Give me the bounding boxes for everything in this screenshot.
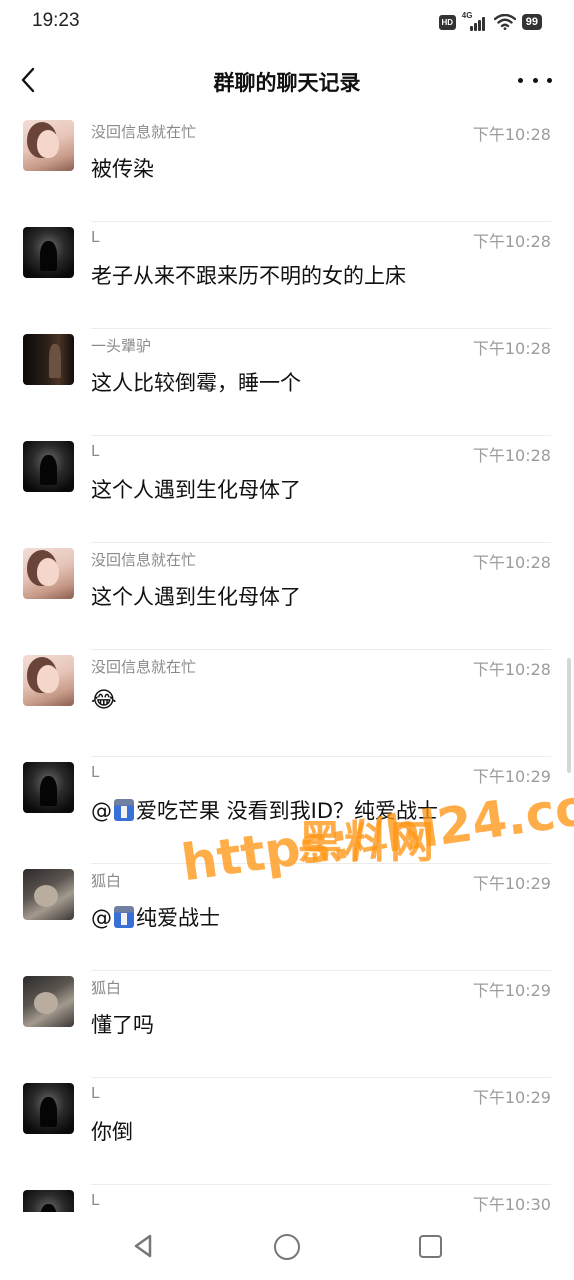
more-options-button[interactable] (518, 66, 552, 94)
message-time: 下午10:29 (472, 874, 551, 893)
message-text: 这个人遇到生化母体了 (91, 585, 301, 609)
network-type-label: 4G (461, 11, 473, 20)
status-time: 19:23 (32, 10, 80, 31)
wifi-icon (493, 14, 516, 30)
message-time: 下午10:28 (472, 339, 551, 358)
cat-avatar[interactable] (23, 976, 74, 1027)
scrollbar[interactable] (567, 658, 571, 773)
cat-avatar[interactable] (23, 869, 74, 920)
message-text: @ 纯爱战士 (91, 902, 220, 932)
message-time: 下午10:28 (472, 125, 551, 144)
message-item[interactable]: L 下午10:30 (0, 1185, 574, 1212)
message-time: 下午10:28 (472, 553, 551, 572)
sender-name: 狐白 (91, 872, 122, 890)
sender-name: L (91, 442, 100, 460)
girl-avatar[interactable] (23, 120, 74, 171)
message-item[interactable]: L 下午10:29 你倒 (0, 1078, 574, 1185)
message-text: 这个人遇到生化母体了 (91, 478, 301, 502)
hd-icon: HD (438, 14, 456, 30)
cellular-signal-icon: 4G (461, 11, 488, 31)
message-item[interactable]: 狐白 下午10:29 懂了吗 (0, 971, 574, 1078)
dark-figure-avatar[interactable] (23, 1083, 74, 1134)
chat-history-header: 群聊的聊天记录 (0, 52, 574, 108)
sender-name: L (91, 1084, 100, 1102)
message-list[interactable]: 没回信息就在忙 下午10:28 被传染 L 下午10:28 老子从来不跟来历不明… (0, 115, 574, 1212)
person-suit-icon (114, 799, 134, 821)
battery-icon: 99 (521, 14, 542, 30)
message-item[interactable]: L 下午10:28 老子从来不跟来历不明的女的上床 (0, 222, 574, 329)
message-text: 被传染 (91, 157, 154, 181)
message-item[interactable]: 狐白 下午10:29 @ 纯爱战士 (0, 864, 574, 971)
sender-name: 没回信息就在忙 (91, 123, 197, 141)
message-item[interactable]: L 下午10:28 这个人遇到生化母体了 (0, 436, 574, 543)
sender-name: 没回信息就在忙 (91, 658, 197, 676)
message-item[interactable]: 没回信息就在忙 下午10:28 被传染 (0, 115, 574, 222)
message-time: 下午10:29 (472, 767, 551, 786)
message-time: 下午10:30 (472, 1195, 551, 1212)
message-text: 懂了吗 (91, 1013, 154, 1037)
dark-figure-avatar[interactable] (23, 762, 74, 813)
dark-figure-avatar[interactable] (23, 1190, 74, 1212)
status-bar: 19:23 HD 4G 99 (0, 0, 574, 44)
message-text: 这人比较倒霉，睡一个 (91, 371, 301, 395)
message-time: 下午10:28 (472, 232, 551, 251)
page-title: 群聊的聊天记录 (213, 71, 361, 95)
message-item[interactable]: 没回信息就在忙 下午10:28 这个人遇到生化母体了 (0, 543, 574, 650)
girl-avatar[interactable] (23, 655, 74, 706)
sender-name: 没回信息就在忙 (91, 551, 197, 569)
dark-figure-avatar[interactable] (23, 441, 74, 492)
system-nav-bar (0, 1212, 574, 1280)
square-recent-icon[interactable] (419, 1235, 442, 1258)
message-item[interactable]: 一头犟驴 下午10:28 这人比较倒霉，睡一个 (0, 329, 574, 436)
mention-text: 纯爱战士 (136, 906, 220, 930)
message-text: @ 爱吃芒果 没看到我ID？纯爱战士 (91, 795, 438, 825)
mention-text: 爱吃芒果 没看到我ID？纯爱战士 (136, 799, 439, 823)
more-dots-icon (518, 77, 523, 83)
sender-name: L (91, 1191, 100, 1209)
message-time: 下午10:29 (472, 981, 551, 1000)
sender-name: 一头犟驴 (91, 337, 152, 355)
message-text: 你倒 (91, 1120, 133, 1144)
message-item[interactable]: L 下午10:29 @ 爱吃芒果 没看到我ID？纯爱战士 (0, 757, 574, 864)
circle-home-icon[interactable] (274, 1234, 300, 1260)
message-text: 老子从来不跟来历不明的女的上床 (91, 264, 406, 288)
laughing-emoji: 😂 (91, 688, 117, 713)
mention-at: @ (91, 799, 112, 823)
status-icons: HD 4G 99 (438, 11, 542, 31)
sender-name: L (91, 763, 100, 781)
person-suit-icon (114, 906, 134, 928)
sender-name: 狐白 (91, 979, 122, 997)
sender-name: L (91, 228, 100, 246)
mention-at: @ (91, 906, 112, 930)
message-item[interactable]: 没回信息就在忙 下午10:28 😂 (0, 650, 574, 757)
message-time: 下午10:28 (472, 660, 551, 679)
dark-figure-avatar[interactable] (23, 227, 74, 278)
message-time: 下午10:28 (472, 446, 551, 465)
triangle-back-icon[interactable] (130, 1232, 158, 1260)
girl-avatar[interactable] (23, 548, 74, 599)
doorway-avatar[interactable] (23, 334, 74, 385)
message-time: 下午10:29 (472, 1088, 551, 1107)
